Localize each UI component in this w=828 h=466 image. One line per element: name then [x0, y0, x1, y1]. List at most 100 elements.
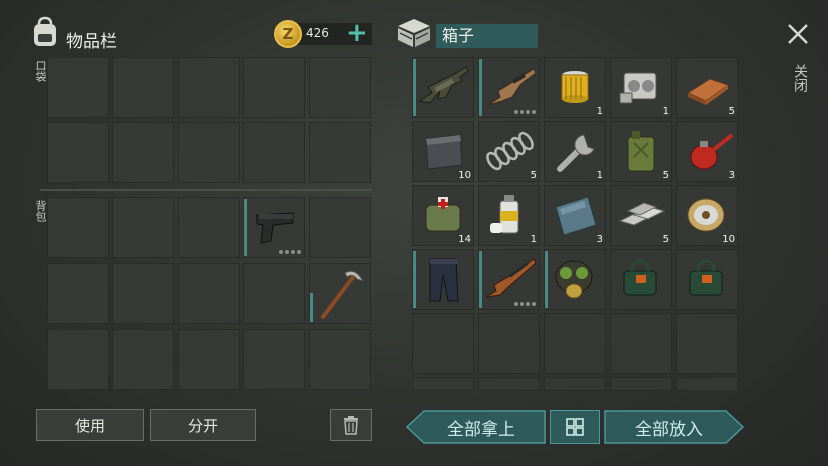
box-slot-hunting-rifle[interactable]: [478, 249, 540, 310]
backpack-label: 背包: [34, 200, 47, 222]
box-slot[interactable]: [610, 313, 672, 374]
box-slot-copper-ingot[interactable]: 5: [676, 57, 738, 118]
pants-icon: [429, 258, 459, 302]
backpack-slot[interactable]: [47, 197, 109, 258]
box-title: 箱子: [436, 24, 538, 48]
backpack-slot[interactable]: [112, 197, 174, 258]
pocket-slot[interactable]: [309, 57, 371, 118]
put-all-label: 全部放入: [635, 419, 703, 440]
item-count: 1: [662, 106, 669, 117]
pocket-slot[interactable]: [243, 122, 305, 183]
item-count: 3: [596, 234, 603, 245]
box-slot-oil-can[interactable]: 3: [676, 121, 738, 182]
box-slot-spring[interactable]: 5: [478, 121, 540, 182]
box-slot-pants[interactable]: [412, 249, 474, 310]
coin-icon: Z: [274, 20, 302, 48]
section-divider: [40, 189, 372, 191]
sort-grid-icon: [566, 418, 584, 436]
box-slot-glass-sheet[interactable]: 3: [544, 185, 606, 246]
take-all-button[interactable]: 全部拿上: [406, 410, 546, 444]
backpack-slot[interactable]: [112, 263, 174, 324]
close-button[interactable]: [786, 22, 810, 46]
box-slot-wire-spool[interactable]: 10: [676, 185, 738, 246]
backpack-slot[interactable]: [243, 329, 305, 390]
inventory-title: 物品栏: [66, 32, 117, 52]
trash-button[interactable]: [330, 409, 372, 441]
add-coins-button[interactable]: +: [346, 20, 368, 46]
hunting-rifle-icon: [485, 258, 537, 298]
box-slot-wrench[interactable]: 1: [544, 121, 606, 182]
backpack-slot[interactable]: [47, 329, 109, 390]
pocket-slot[interactable]: [112, 57, 174, 118]
backpack-slot[interactable]: [309, 197, 371, 258]
box-slot-oil-filter[interactable]: 1: [544, 57, 606, 118]
box-slot[interactable]: [676, 377, 738, 391]
item-count: 10: [722, 234, 735, 245]
backpack-slot[interactable]: [243, 263, 305, 324]
box-slot-explosive-bag[interactable]: [610, 249, 672, 310]
box-slot-rifle-tan[interactable]: [478, 57, 540, 118]
box-slot-engine-part[interactable]: 1: [610, 57, 672, 118]
pocket-slot[interactable]: [309, 122, 371, 183]
box-slot[interactable]: [544, 377, 606, 391]
box-slot[interactable]: [412, 313, 474, 374]
box-slot[interactable]: [676, 313, 738, 374]
close-icon: [788, 24, 808, 44]
pistol-icon: [256, 212, 294, 244]
close-label[interactable]: 关闭: [790, 64, 810, 92]
explosive-bag-icon: [689, 259, 723, 296]
pocket-slot[interactable]: [112, 122, 174, 183]
backpack-slot[interactable]: [47, 263, 109, 324]
box-slot[interactable]: [478, 377, 540, 391]
item-count: 10: [458, 170, 471, 181]
explosive-bag-icon: [623, 259, 657, 296]
box-slot-first-aid-bag[interactable]: 14: [412, 185, 474, 246]
box-slot[interactable]: [610, 377, 672, 391]
pocket-slot[interactable]: [47, 57, 109, 118]
durability-dots: [279, 250, 301, 254]
item-count: 5: [728, 106, 735, 117]
use-button[interactable]: 使用: [36, 409, 144, 441]
box-icon: [396, 17, 432, 49]
put-all-button[interactable]: 全部放入: [604, 410, 744, 444]
sort-button[interactable]: [550, 410, 600, 444]
split-button[interactable]: 分开: [150, 409, 256, 441]
pickaxe-icon: [321, 270, 365, 319]
backpack-slot[interactable]: [309, 329, 371, 390]
rifle-tan-icon: [487, 68, 537, 106]
box-slot[interactable]: [412, 377, 474, 391]
backpack-slot-pistol[interactable]: [243, 197, 305, 258]
pocket-slot[interactable]: [178, 122, 240, 183]
box-slot-jerrycan[interactable]: 5: [610, 121, 672, 182]
backpack-slot[interactable]: [112, 329, 174, 390]
backpack-slot[interactable]: [178, 329, 240, 390]
durability-dots: [514, 110, 536, 114]
item-count: 5: [530, 170, 537, 181]
box-slot-iron-bars[interactable]: 5: [610, 185, 672, 246]
item-count: 5: [662, 234, 669, 245]
box-slot-assault-rifle[interactable]: [412, 57, 474, 118]
box-slot[interactable]: [544, 313, 606, 374]
backpack-slot-pickaxe[interactable]: [309, 263, 371, 324]
box-slot-spray-can[interactable]: 1: [478, 185, 540, 246]
box-slot[interactable]: [478, 313, 540, 374]
take-all-label: 全部拿上: [447, 419, 515, 440]
durability-dots: [514, 302, 536, 306]
box-slot-metal-plate[interactable]: 10: [412, 121, 474, 182]
box-slot-gas-mask[interactable]: [544, 249, 606, 310]
pocket-slot[interactable]: [47, 122, 109, 183]
item-count: 5: [662, 170, 669, 181]
gas-mask-icon: [555, 260, 593, 299]
item-count: 3: [728, 170, 735, 181]
item-count: 1: [596, 170, 603, 181]
pocket-slot[interactable]: [178, 57, 240, 118]
assault-rifle-icon: [418, 66, 469, 104]
pocket-slot[interactable]: [243, 57, 305, 118]
backpack-slot[interactable]: [178, 197, 240, 258]
coin-count: 426: [306, 26, 329, 40]
backpack-slot[interactable]: [178, 263, 240, 324]
box-slot-explosive-bag[interactable]: [676, 249, 738, 310]
item-count: 1: [596, 106, 603, 117]
backpack-icon: [30, 16, 60, 48]
item-count: 14: [458, 234, 471, 245]
